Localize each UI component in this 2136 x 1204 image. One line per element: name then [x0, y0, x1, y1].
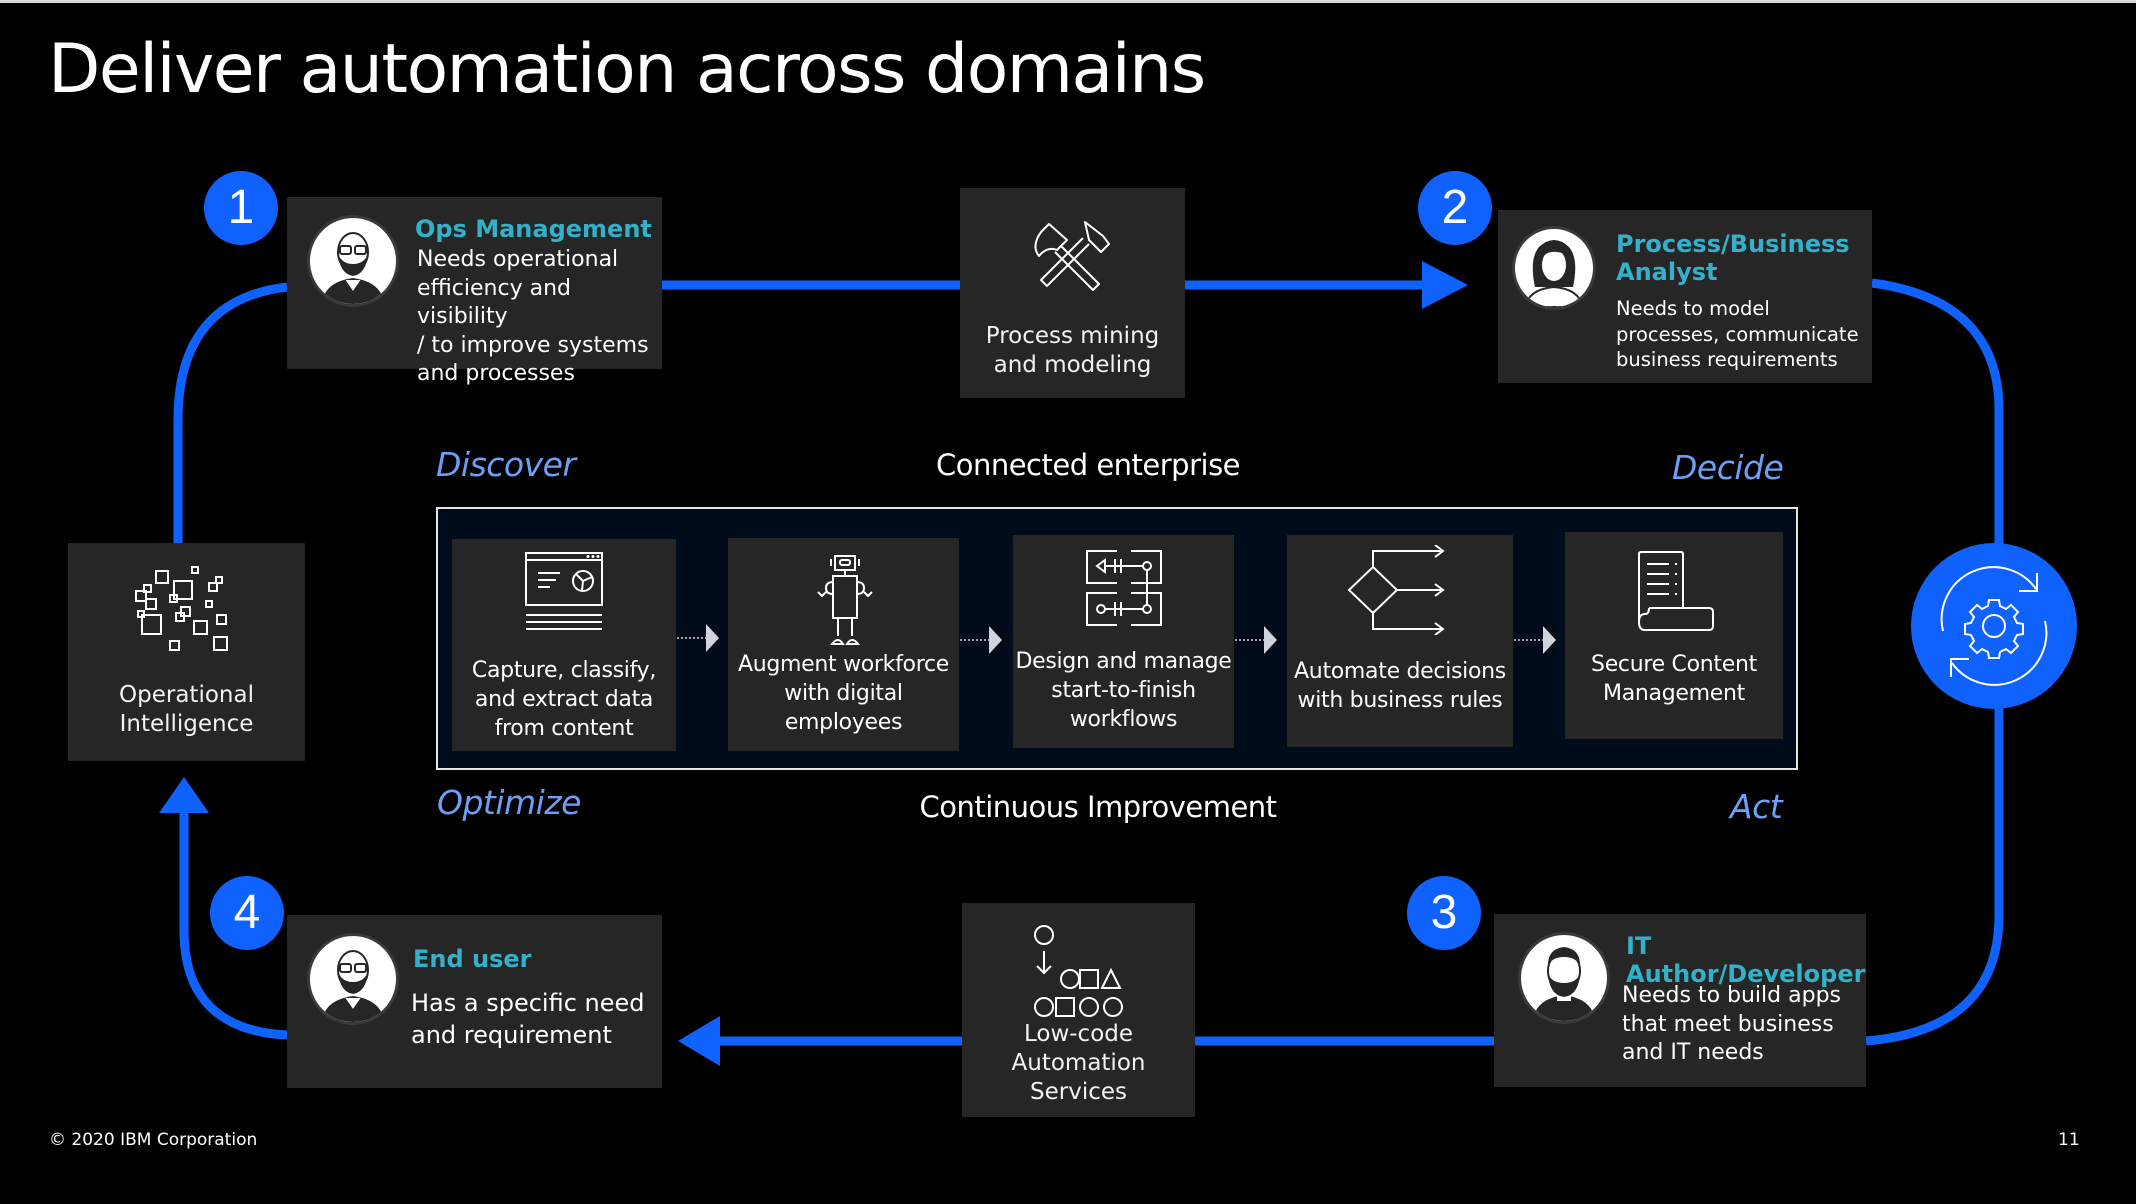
need-line: Needs to model — [1616, 297, 1770, 320]
capability-workflows: Design and manage start-to-finish workfl… — [1013, 535, 1234, 748]
persona-card-it-author-developer: IT Author/Developer Needs to build apps … — [1494, 914, 1866, 1087]
need-line: processes, communicate — [1616, 322, 1859, 346]
capability-capture-content: Capture, classify, and extract data from… — [452, 539, 676, 751]
label-line: start-to-finish — [1051, 678, 1196, 703]
persona-card-ops-management: Ops Management Needs operational efficie… — [287, 197, 662, 386]
shapes-flow-icon — [1034, 925, 1123, 1017]
process-mining-label: Process mining and modeling — [960, 322, 1185, 380]
flow-line-left-top — [173, 282, 288, 543]
label-line: and modeling — [993, 352, 1152, 378]
page-number: 11 — [2058, 1130, 2080, 1150]
label-line: with business rules — [1297, 688, 1503, 713]
arrow-up-head — [159, 777, 209, 813]
role-line: Process/Business — [1616, 230, 1850, 258]
label-line: workflows — [1069, 707, 1178, 732]
step-badge-3: 3 — [1407, 876, 1481, 950]
flow-line-right-bottom — [1865, 708, 2004, 1046]
low-code-label: Low-code Automation Services — [962, 1020, 1195, 1107]
label-line: Automate decisions — [1294, 659, 1506, 684]
scroll-document-icon — [1637, 551, 1714, 631]
need-line: / to improve systems — [417, 332, 649, 358]
arrow-right-head — [1422, 261, 1468, 309]
bald-bearded-man-with-glasses-avatar-icon — [307, 933, 399, 1025]
capability-label: Automate decisions with business rules — [1287, 657, 1513, 715]
automation-cycle-node — [1911, 543, 2077, 709]
label-line: Design and manage — [1015, 649, 1232, 674]
step-badge-1: 1 — [204, 171, 278, 245]
crossed-hammers-icon — [1034, 221, 1110, 291]
gear-cycle-icon — [1940, 566, 2048, 686]
phase-act: Act — [1730, 787, 1783, 826]
capability-secure-content: Secure Content Management — [1565, 532, 1783, 739]
scattered-squares-icon — [135, 566, 228, 651]
operational-intelligence-box: Operational Intelligence — [68, 543, 305, 761]
persona-need: Needs to model processes, communicate bu… — [1616, 296, 1859, 373]
persona-card-end-user: End user Has a specific need and require… — [287, 915, 662, 1088]
persona-card-process-business-analyst: Process/Business Analyst Needs to model … — [1498, 210, 1872, 383]
connector-arrow-icon — [1235, 626, 1277, 654]
capability-decisions: Automate decisions with business rules — [1287, 535, 1513, 747]
label-line: Management — [1603, 681, 1745, 706]
capability-label: Capture, classify, and extract data from… — [452, 656, 676, 743]
capability-digital-employees: Augment workforce with digital employees — [728, 538, 959, 751]
persona-need: Needs operational efficiency and visibil… — [417, 246, 662, 389]
persona-need: Has a specific need and requirement — [411, 987, 645, 1051]
phase-optimize: Optimize — [437, 783, 581, 822]
need-line: and processes — [417, 361, 575, 386]
phase-decide: Decide — [1672, 448, 1784, 487]
label-line: Augment workforce — [737, 652, 950, 677]
persona-role: IT Author/Developer — [1626, 932, 1866, 988]
need-line: business requirements — [1616, 348, 1838, 371]
capability-label: Design and manage start-to-finish workfl… — [1013, 647, 1234, 734]
persona-need: Needs to build apps that meet business a… — [1622, 982, 1841, 1068]
capability-label: Augment workforce with digital employees — [728, 650, 959, 737]
label-line: Capture, classify, — [471, 658, 657, 683]
label-line: Process mining — [985, 323, 1160, 349]
connector-arrow-icon — [1514, 626, 1556, 654]
capability-label: Secure Content Management — [1565, 650, 1783, 708]
need-line: efficiency and visibility — [417, 275, 571, 330]
bald-bearded-man-with-glasses-avatar-icon — [307, 215, 399, 307]
step-badge-4: 4 — [210, 876, 284, 950]
copyright: © 2020 IBM Corporation — [49, 1130, 258, 1150]
label-line: from content — [494, 716, 634, 741]
need-line: that meet business — [1622, 1011, 1834, 1037]
continuous-improvement-label: Continuous Improvement — [919, 790, 1277, 824]
need-line: Needs to build apps — [1622, 983, 1841, 1008]
label-line: employees — [784, 710, 903, 735]
connector-arrow-icon — [960, 626, 1002, 654]
persona-role: Ops Management — [415, 215, 652, 243]
need-line: and IT needs — [1622, 1040, 1764, 1065]
phase-discover: Discover — [436, 445, 576, 484]
label-line: with digital — [784, 681, 903, 706]
label-line: Automation — [1011, 1050, 1146, 1076]
need-line: and requirement — [411, 1021, 612, 1049]
decision-icon — [1347, 545, 1445, 635]
label-line: Low-code — [1023, 1021, 1134, 1047]
robot-icon — [817, 555, 873, 645]
connector-arrow-icon — [677, 624, 719, 652]
bearded-man-avatar-icon — [1518, 932, 1610, 1024]
low-code-automation-box: Low-code Automation Services — [962, 903, 1195, 1117]
connected-enterprise-label: Connected enterprise — [935, 448, 1241, 482]
label-line: Operational — [119, 682, 254, 708]
persona-role: End user — [413, 945, 532, 973]
flow-line-right-top — [1871, 278, 2004, 545]
operational-intelligence-label: Operational Intelligence — [68, 681, 305, 739]
need-line: Has a specific need — [411, 989, 645, 1017]
step-badge-2: 2 — [1418, 171, 1492, 245]
persona-role: Process/Business Analyst — [1616, 230, 1850, 286]
label-line: Intelligence — [119, 711, 254, 737]
workflow-icon — [1086, 550, 1162, 626]
woman-avatar-icon — [1512, 226, 1596, 310]
label-line: and extract data — [474, 687, 654, 712]
label-line: Secure Content — [1591, 652, 1757, 677]
need-line: Needs operational — [417, 247, 619, 272]
process-mining-box: Process mining and modeling — [960, 188, 1185, 398]
role-line: Analyst — [1616, 258, 1718, 286]
label-line: Services — [1030, 1079, 1127, 1105]
document-capture-icon — [525, 552, 603, 630]
arrow-left-head — [678, 1016, 720, 1066]
